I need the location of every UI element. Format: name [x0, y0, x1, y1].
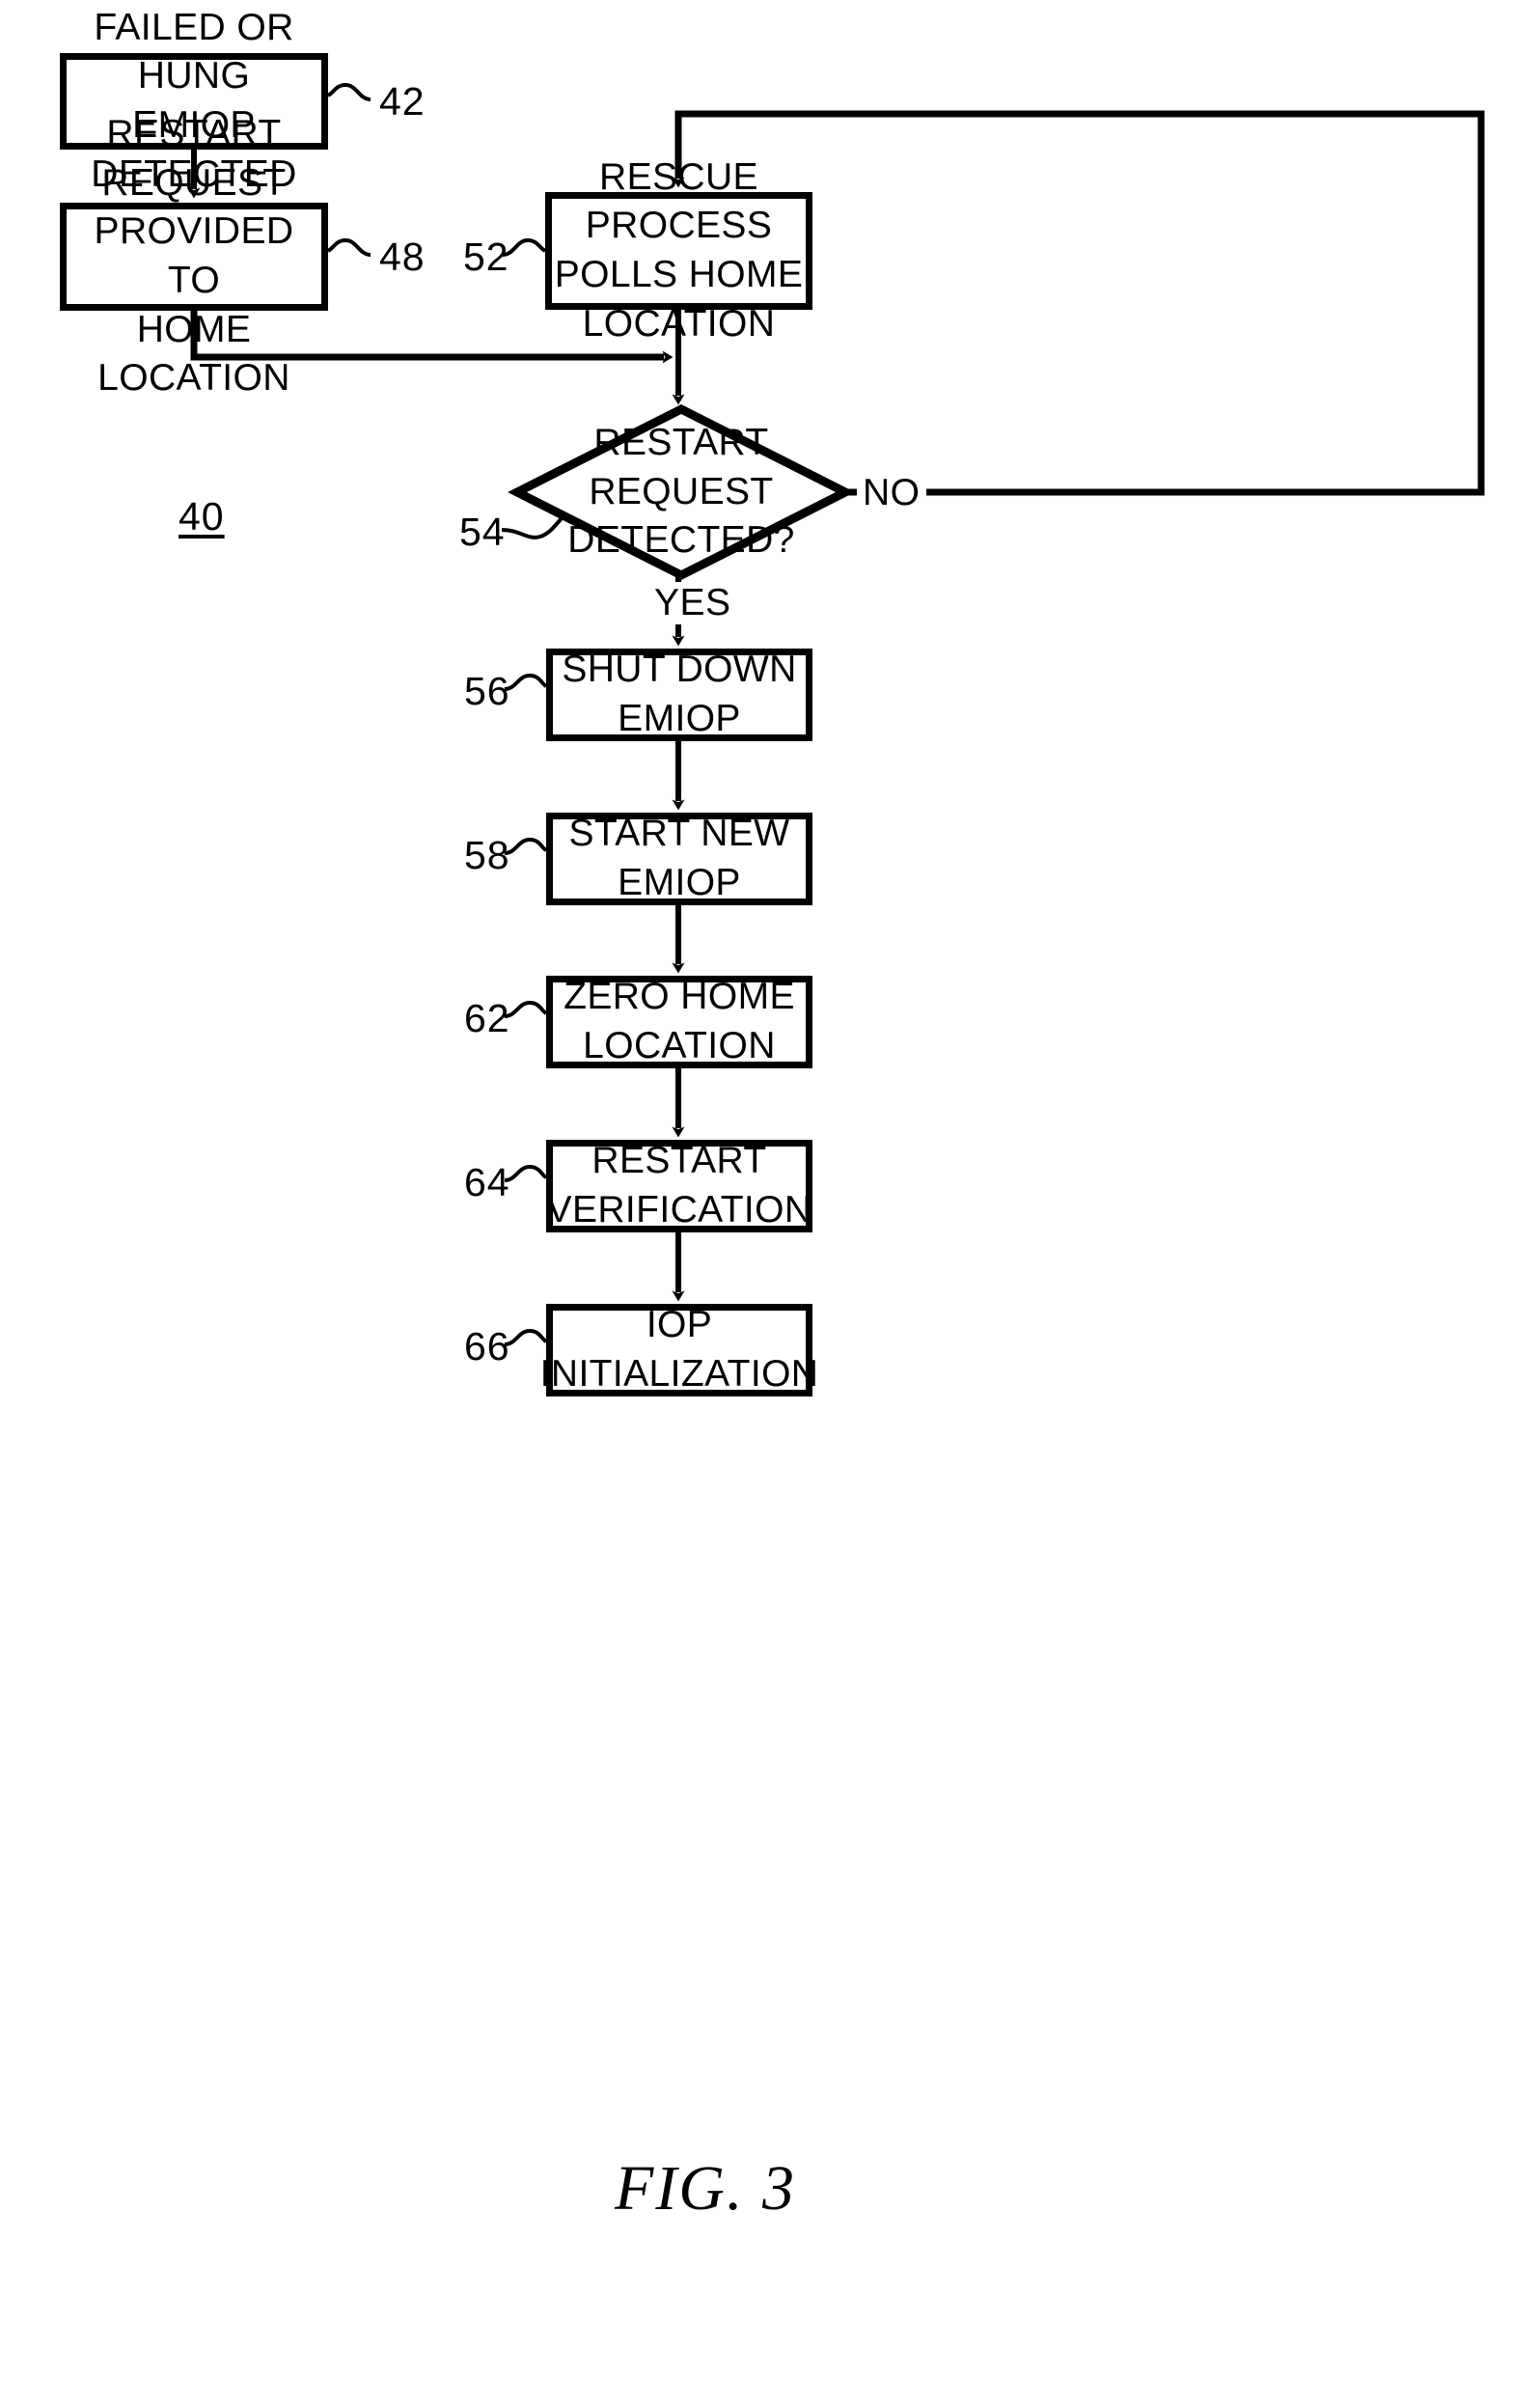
node-rescue-process-polls-home-location[interactable]: RESCUE PROCESS POLLS HOME LOCATION — [545, 156, 812, 345]
ref-numeral-56: 56 — [464, 669, 510, 713]
edge-label-no: NO — [857, 472, 926, 514]
node-label: RESTART REQUEST DETECTED? — [567, 421, 795, 562]
node-iop-initialization[interactable]: IOP INITIALIZATION — [540, 1304, 818, 1397]
ref-numeral-42: 42 — [379, 79, 426, 124]
node-label: START NEW EMIOP — [568, 813, 790, 903]
ref-numeral-64: 64 — [464, 1160, 510, 1204]
leader-48 — [326, 237, 371, 257]
leader-lines — [326, 82, 567, 1346]
node-label: RESTART VERIFICATION — [546, 1140, 812, 1231]
node-label: IOP INITIALIZATION — [539, 1304, 819, 1395]
node-restart-request-provided-to-home-location[interactable]: RESTART REQUEST PROVIDED TO HOME LOCATIO… — [60, 113, 328, 399]
ref-numeral-62: 62 — [464, 996, 510, 1040]
node-shut-down-emiop[interactable]: SHUT DOWN EMIOP — [546, 649, 812, 741]
node-label: SHUT DOWN EMIOP — [562, 649, 797, 739]
node-label: RESCUE PROCESS POLLS HOME LOCATION — [554, 155, 804, 345]
ref-numeral-52: 52 — [463, 235, 509, 279]
ref-numeral-54: 54 — [459, 510, 506, 554]
patent-figure: FAILED OR HUNG EMIOP DETECTED RESTART RE… — [0, 0, 1540, 2406]
ref-numeral-58: 58 — [464, 833, 510, 877]
node-start-new-emiop[interactable]: START NEW EMIOP — [546, 813, 812, 905]
node-label: RESTART REQUEST PROVIDED TO HOME LOCATIO… — [94, 112, 294, 400]
diagram-ref-numeral: 40 — [179, 494, 225, 539]
leader-42 — [326, 82, 371, 101]
node-restart-verification[interactable]: RESTART VERIFICATION — [546, 1140, 812, 1232]
figure-caption: FIG. 3 — [615, 2153, 796, 2224]
ref-numeral-48: 48 — [379, 235, 426, 279]
ref-numeral-66: 66 — [464, 1324, 510, 1369]
leader-64 — [504, 1164, 548, 1182]
node-label: ZERO HOME LOCATION — [564, 976, 795, 1066]
leader-62 — [504, 1000, 548, 1018]
leader-56 — [504, 673, 548, 691]
edge-label-yes: YES — [648, 582, 737, 624]
node-zero-home-location[interactable]: ZERO HOME LOCATION — [546, 976, 812, 1068]
node-restart-request-detected[interactable]: RESTART REQUEST DETECTED? — [517, 409, 845, 575]
leader-58 — [504, 837, 548, 855]
